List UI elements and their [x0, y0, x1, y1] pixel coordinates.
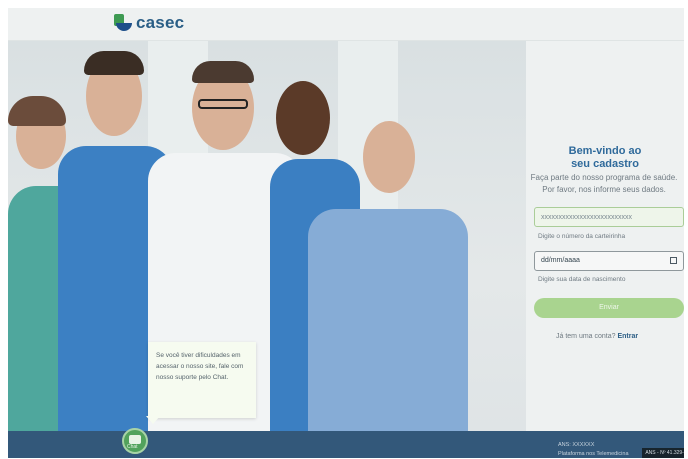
ans-info: ANS: XXXXXX Plataforma nos Telemedicina: [558, 442, 629, 457]
chat-button[interactable]: Chat: [122, 428, 148, 454]
logo-mark-icon: [114, 14, 132, 32]
login-prompt-text: Já tem uma conta?: [556, 333, 616, 340]
submit-button[interactable]: Enviar: [534, 298, 684, 318]
login-link[interactable]: Entrar: [617, 333, 638, 340]
top-header: casec: [8, 8, 684, 41]
logo-text: casec: [136, 13, 185, 32]
birth-date-input[interactable]: dd/mm/aaaa: [534, 251, 684, 271]
ans-badge: ANS - Nº 41.329-0: [642, 448, 684, 458]
calendar-icon[interactable]: [670, 257, 677, 264]
signup-panel: Bem-vindo ao seu cadastro Faça parte do …: [526, 41, 684, 431]
page-frame: casec Bem-vindo ao seu cadastro Faça par…: [8, 8, 684, 458]
casec-logo[interactable]: casec: [114, 13, 184, 33]
tooltip-tail: [146, 416, 160, 424]
birth-date-placeholder: dd/mm/aaaa: [541, 257, 580, 264]
chat-label: Chat: [127, 444, 138, 450]
birth-date-hint: Digite sua data de nascimento: [538, 276, 626, 283]
card-number-hint: Digite o número da carteirinha: [538, 233, 626, 240]
welcome-subtitle: Faça parte do nosso programa de saúde. P…: [530, 173, 678, 194]
card-number-input[interactable]: xxxxxxxxxxxxxxxxxxxxxxxxxx: [534, 207, 684, 227]
chat-bubble-icon: [129, 435, 141, 444]
welcome-title: Bem-vindo ao seu cadastro: [568, 145, 642, 170]
hero-photo: [8, 41, 528, 431]
login-prompt: Já tem uma conta? Entrar: [556, 333, 638, 340]
support-tooltip-text: Se você tiver dificuldades em acessar o …: [156, 352, 244, 381]
support-tooltip: Se você tiver dificuldades em acessar o …: [148, 342, 256, 418]
